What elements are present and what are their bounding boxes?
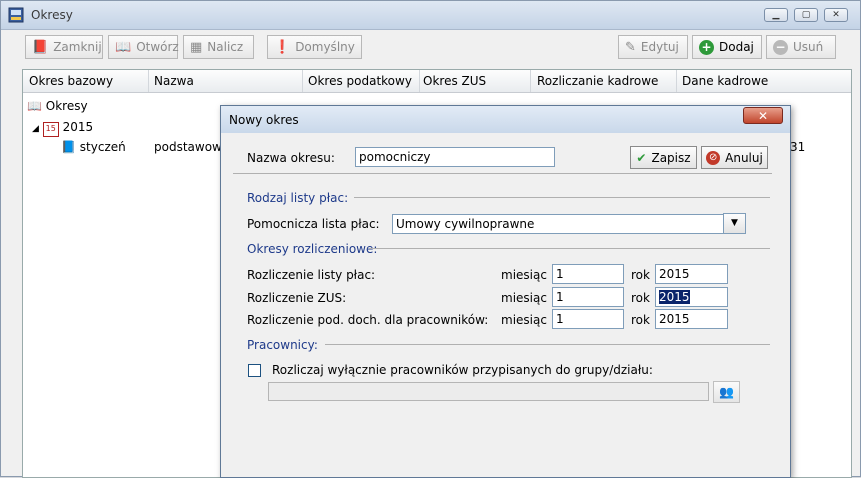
period-row-label: Rozliczenie listy płac: xyxy=(247,268,376,282)
tree-root-label: Okresy xyxy=(45,99,88,113)
calculate-label: Nalicz xyxy=(207,40,244,54)
close-button[interactable]: 📕 Zamknij xyxy=(25,35,103,59)
default-label: Domyślny xyxy=(295,40,355,54)
month-label: miesiąc xyxy=(501,291,547,305)
year-label: rok xyxy=(631,291,650,305)
month-input[interactable] xyxy=(552,264,624,284)
save-label: Zapisz xyxy=(651,150,691,165)
tree-period-label: styczeń xyxy=(79,140,126,154)
close-book-icon: 📕 xyxy=(32,39,49,55)
aux-list-select[interactable]: Umowy cywilnoprawne xyxy=(392,214,725,234)
group-checkbox[interactable] xyxy=(248,364,261,377)
tree-item-root[interactable]: 📖 Okresy xyxy=(27,99,88,113)
minus-circle-icon: − xyxy=(773,39,788,55)
month-label: miesiąc xyxy=(501,268,547,282)
year-label: rok xyxy=(631,268,650,282)
column-header[interactable]: Dane kadrowe xyxy=(682,74,768,88)
open-label: Otwórz xyxy=(136,40,179,54)
dialog-title-bar: Nowy okres ✕ xyxy=(221,106,790,133)
divider xyxy=(325,344,770,345)
section-workers: Pracownicy: xyxy=(247,338,318,352)
calendar-icon: 15 xyxy=(42,122,59,137)
open-button[interactable]: 📖 Otwórz xyxy=(108,35,179,59)
period-row-label: Rozliczenie pod. doch. dla pracowników: xyxy=(247,313,489,327)
exclamation-icon: ❗ xyxy=(274,39,291,55)
group-field[interactable] xyxy=(268,382,709,401)
title-bar: Okresy ▁ ▢ ✕ xyxy=(1,1,860,30)
tree-item-period[interactable]: 📘 styczeń xyxy=(61,140,126,154)
column-header[interactable]: Okres podatkowy xyxy=(308,74,412,88)
delete-button[interactable]: − Usuń xyxy=(766,35,836,59)
column-header[interactable]: Okres bazowy xyxy=(29,74,113,88)
window-title: Okresy xyxy=(31,8,73,22)
year-input[interactable]: 2015 xyxy=(655,287,728,307)
pencil-icon: ✎ xyxy=(625,39,636,55)
year-input[interactable] xyxy=(655,309,728,329)
name-label: Nazwa okresu: xyxy=(247,151,335,165)
edit-label: Edytuj xyxy=(640,40,679,54)
cancel-button[interactable]: ⊘ Anuluj xyxy=(701,146,768,169)
books-icon: 📖 xyxy=(27,99,42,113)
edit-button[interactable]: ✎ Edytuj xyxy=(618,35,688,59)
month-input[interactable] xyxy=(552,287,624,307)
table-cell: 31 xyxy=(790,140,806,154)
users-group-icon[interactable]: 👥 xyxy=(713,381,740,403)
calculate-button[interactable]: ▦ Nalicz xyxy=(183,35,254,59)
new-period-dialog: Nowy okres ✕ Nazwa okresu: ✔ Zapisz ⊘ Anul… xyxy=(220,105,791,478)
divider xyxy=(233,173,772,174)
save-button[interactable]: ✔ Zapisz xyxy=(630,146,697,169)
main-window: Okresy ▁ ▢ ✕ 📕 Zamknij 📖 Otwórz ▦ Nalicz ❗ D… xyxy=(0,0,861,478)
section-payroll-type: Rodzaj listy płac: xyxy=(247,191,349,205)
close-window-button[interactable]: ✕ xyxy=(824,8,848,22)
plus-circle-icon: + xyxy=(699,39,714,55)
column-header[interactable]: Okres ZUS xyxy=(423,74,486,88)
tree-year-label: 2015 xyxy=(62,120,94,134)
tree-item-year[interactable]: ◢ 15 2015 xyxy=(32,120,93,137)
aux-list-label: Pomocnicza lista płac: xyxy=(247,217,380,231)
year-label: rok xyxy=(631,313,650,327)
month-label: miesiąc xyxy=(501,313,547,327)
delete-label: Usuń xyxy=(793,40,824,54)
close-label: Zamknij xyxy=(53,40,102,54)
divider xyxy=(354,197,770,198)
book-icon: 📘 xyxy=(61,140,76,154)
table-header: Okres bazowy Nazwa Okres podatkowy Okres… xyxy=(23,70,851,93)
period-row-label: Rozliczenie ZUS: xyxy=(247,291,347,305)
dialog-close-button[interactable]: ✕ xyxy=(743,107,783,124)
checkbox-label: Rozliczaj wyłącznie pracowników przypisa… xyxy=(272,363,653,377)
selected-text: 2015 xyxy=(659,290,690,304)
dialog-title: Nowy okres xyxy=(229,113,299,127)
add-button[interactable]: + Dodaj xyxy=(692,35,762,59)
year-input[interactable] xyxy=(655,264,728,284)
divider xyxy=(369,248,770,249)
column-header[interactable]: Rozliczanie kadrowe xyxy=(537,74,658,88)
dropdown-arrow-icon[interactable]: ▼ xyxy=(723,213,746,234)
add-label: Dodaj xyxy=(719,40,754,54)
cancel-icon: ⊘ xyxy=(706,150,721,165)
open-book-icon: 📖 xyxy=(115,39,132,55)
name-input[interactable] xyxy=(355,147,555,167)
calculator-icon: ▦ xyxy=(190,39,203,55)
default-button[interactable]: ❗ Domyślny xyxy=(267,35,362,59)
column-header[interactable]: Nazwa xyxy=(154,74,194,88)
table-cell: podstawowy xyxy=(154,140,229,154)
cancel-label: Anuluj xyxy=(725,150,763,165)
checkmark-icon: ✔ xyxy=(636,150,647,165)
expand-triangle-icon[interactable]: ◢ xyxy=(32,124,39,134)
minimize-button[interactable]: ▁ xyxy=(764,8,788,22)
month-input[interactable] xyxy=(552,309,624,329)
section-periods: Okresy rozliczeniowe: xyxy=(247,242,378,256)
maximize-button[interactable]: ▢ xyxy=(794,8,818,22)
app-icon xyxy=(8,7,24,23)
